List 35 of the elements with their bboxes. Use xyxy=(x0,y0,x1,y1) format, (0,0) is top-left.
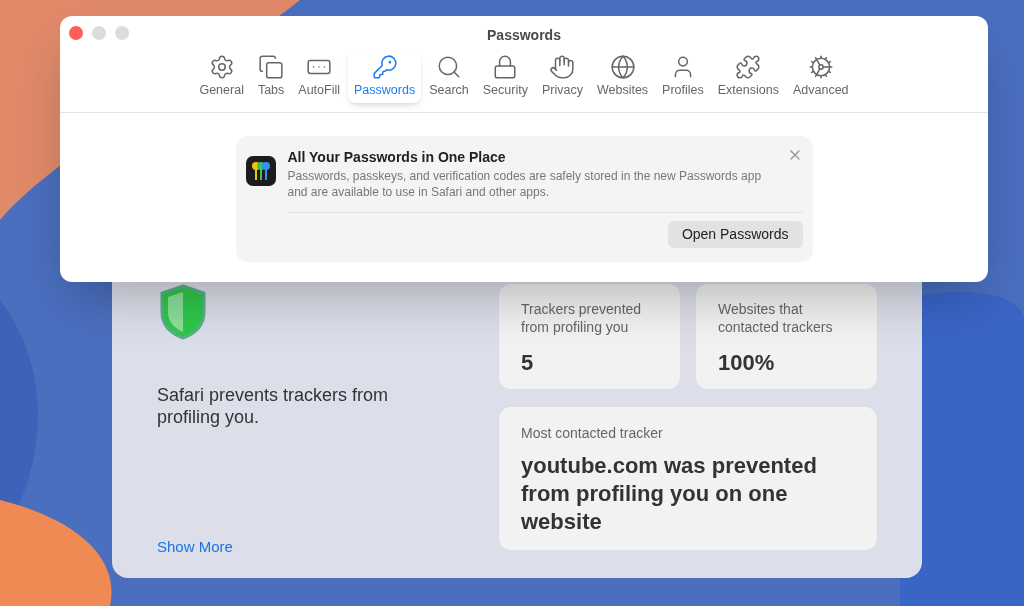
shield-icon xyxy=(160,284,206,340)
gear-icon xyxy=(208,54,235,80)
toolbar-tab[interactable]: Passwords xyxy=(348,49,422,103)
minimize-button[interactable] xyxy=(92,26,106,40)
passwords-app-icon xyxy=(245,156,276,186)
toolbar-tab[interactable]: Profiles xyxy=(656,49,710,103)
open-passwords-button[interactable]: Open Passwords xyxy=(667,221,803,248)
toolbar-tab[interactable]: Security xyxy=(476,49,534,103)
tabs-icon xyxy=(258,54,285,80)
show-more-link[interactable]: Show More xyxy=(157,535,427,558)
key-icon xyxy=(371,54,398,80)
summary-text: Safari prevents trackers from profiling you. xyxy=(157,384,390,428)
lock-icon xyxy=(492,54,519,80)
tracker-label: Most contacted tracker xyxy=(521,424,664,443)
close-window-button[interactable] xyxy=(69,26,83,40)
toolbar-tab[interactable]: Websites xyxy=(590,49,655,103)
stat-label: Websites that contacted trackers xyxy=(718,300,834,336)
toolbar-tab[interactable]: Tabs xyxy=(251,49,291,103)
puzzle-icon xyxy=(735,54,762,80)
toolbar-tab[interactable]: Advanced xyxy=(786,49,855,103)
toolbar-tab[interactable]: General xyxy=(193,49,250,103)
notice-text: Passwords, passkeys, and verification codes are safely stored in the new Passwords app and are available to use in Safari and other apps. xyxy=(287,168,763,200)
toolbar-tab[interactable]: Privacy xyxy=(535,49,589,103)
stat-value: 100% xyxy=(718,349,776,377)
hand-icon xyxy=(549,54,576,80)
window-title: Passwords xyxy=(487,26,561,45)
zoom-button[interactable] xyxy=(115,26,129,40)
toolbar-tab[interactable]: Search xyxy=(423,49,475,103)
tracker-value: youtube.com was prevented from profiling you on one website xyxy=(521,452,818,536)
toolbar-tab[interactable]: AutoFill xyxy=(292,49,346,103)
stat-label: Trackers prevented from profiling you xyxy=(521,300,643,336)
toolbar-tab[interactable]: Extensions xyxy=(711,49,785,103)
stat-value: 5 xyxy=(521,349,535,377)
notice-title: All Your Passwords in One Place xyxy=(287,148,506,167)
globe-icon xyxy=(609,54,636,80)
